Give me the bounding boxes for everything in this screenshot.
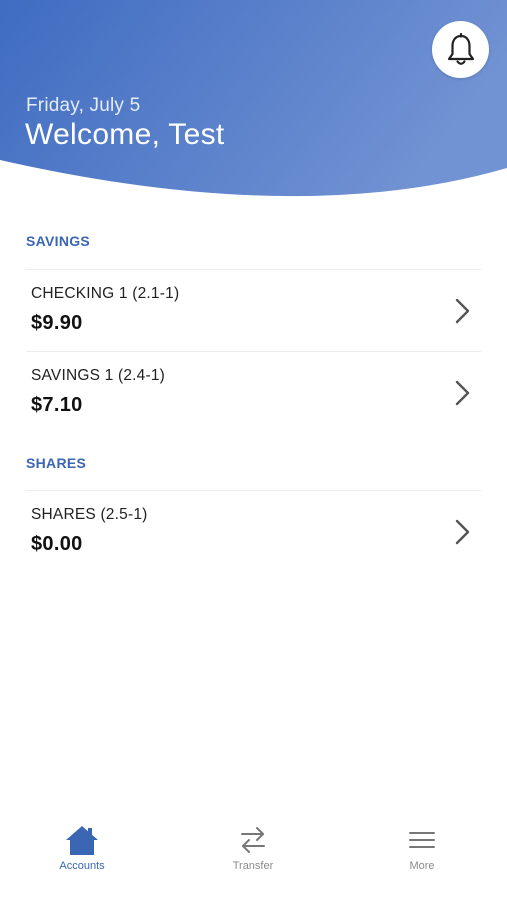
- section-title-savings: SAVINGS: [26, 233, 91, 249]
- nav-accounts[interactable]: Accounts: [22, 808, 142, 888]
- account-row-shares[interactable]: SHARES (2.5-1) $0.00: [26, 490, 481, 571]
- nav-transfer[interactable]: Transfer: [193, 808, 313, 888]
- transfer-arrows-icon: [238, 822, 268, 858]
- chevron-right-icon: [455, 519, 470, 545]
- menu-icon: [407, 822, 437, 858]
- account-row-checking-1[interactable]: CHECKING 1 (2.1-1) $9.90: [26, 269, 481, 350]
- bottom-navigation: Accounts Transfer More: [0, 808, 507, 900]
- header: Friday, July 5 Welcome, Test: [0, 0, 507, 200]
- welcome-heading: Welcome, Test: [25, 118, 225, 151]
- nav-label: Accounts: [59, 860, 105, 872]
- account-balance: $9.90: [31, 312, 83, 334]
- nav-more[interactable]: More: [362, 808, 482, 888]
- chevron-right-icon: [455, 298, 470, 324]
- account-balance: $0.00: [31, 533, 83, 555]
- current-date: Friday, July 5: [26, 95, 141, 116]
- account-balance: $7.10: [31, 394, 83, 416]
- account-name: SAVINGS 1 (2.4-1): [31, 367, 166, 384]
- account-name: CHECKING 1 (2.1-1): [31, 285, 180, 302]
- chevron-right-icon: [455, 380, 470, 406]
- account-row-savings-1[interactable]: SAVINGS 1 (2.4-1) $7.10: [26, 351, 481, 432]
- section-title-shares: SHARES: [26, 455, 87, 471]
- bell-icon: [447, 32, 474, 65]
- nav-label: Transfer: [232, 860, 274, 872]
- app-screen: Friday, July 5 Welcome, Test SAVINGS CHE…: [0, 0, 507, 900]
- account-name: SHARES (2.5-1): [31, 506, 148, 523]
- nav-label: More: [409, 860, 435, 872]
- notifications-button[interactable]: [432, 21, 489, 78]
- home-icon: [64, 822, 100, 858]
